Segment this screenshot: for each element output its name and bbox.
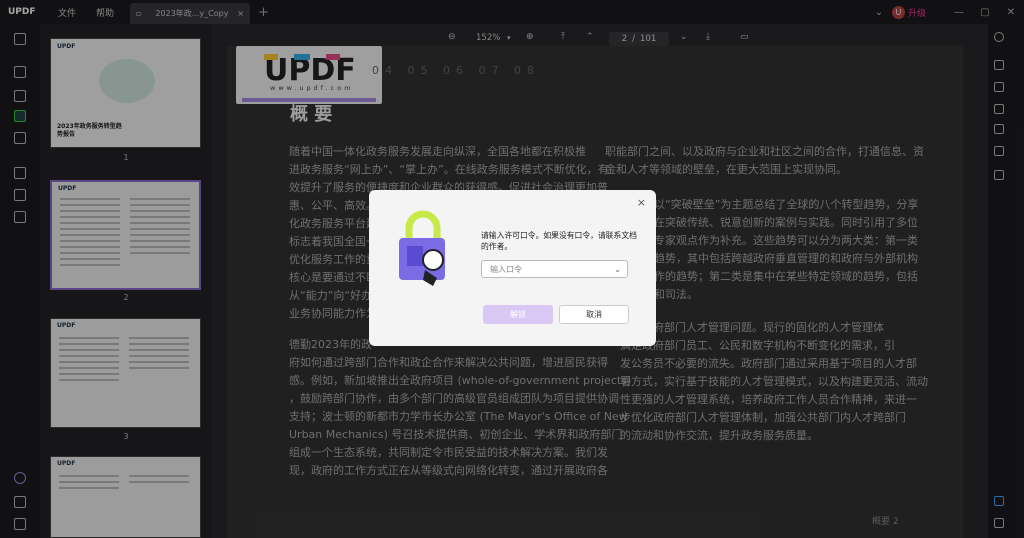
dialog-close-icon[interactable]: × bbox=[637, 196, 646, 209]
password-dialog: × 请输入许可口令。如果没有口令，请联系文档的作者。 输入口令 ⌄ 解锁 取消 bbox=[369, 190, 656, 346]
chevron-down-icon[interactable]: ⌄ bbox=[614, 265, 621, 274]
unlock-button[interactable]: 解锁 bbox=[483, 305, 553, 324]
lock-illustration-icon bbox=[399, 210, 445, 286]
cancel-button[interactable]: 取消 bbox=[559, 305, 629, 324]
password-placeholder: 输入口令 bbox=[490, 264, 522, 274]
password-input[interactable]: 输入口令 ⌄ bbox=[481, 260, 628, 278]
dialog-message: 请输入许可口令。如果没有口令，请联系文档的作者。 bbox=[481, 231, 637, 251]
